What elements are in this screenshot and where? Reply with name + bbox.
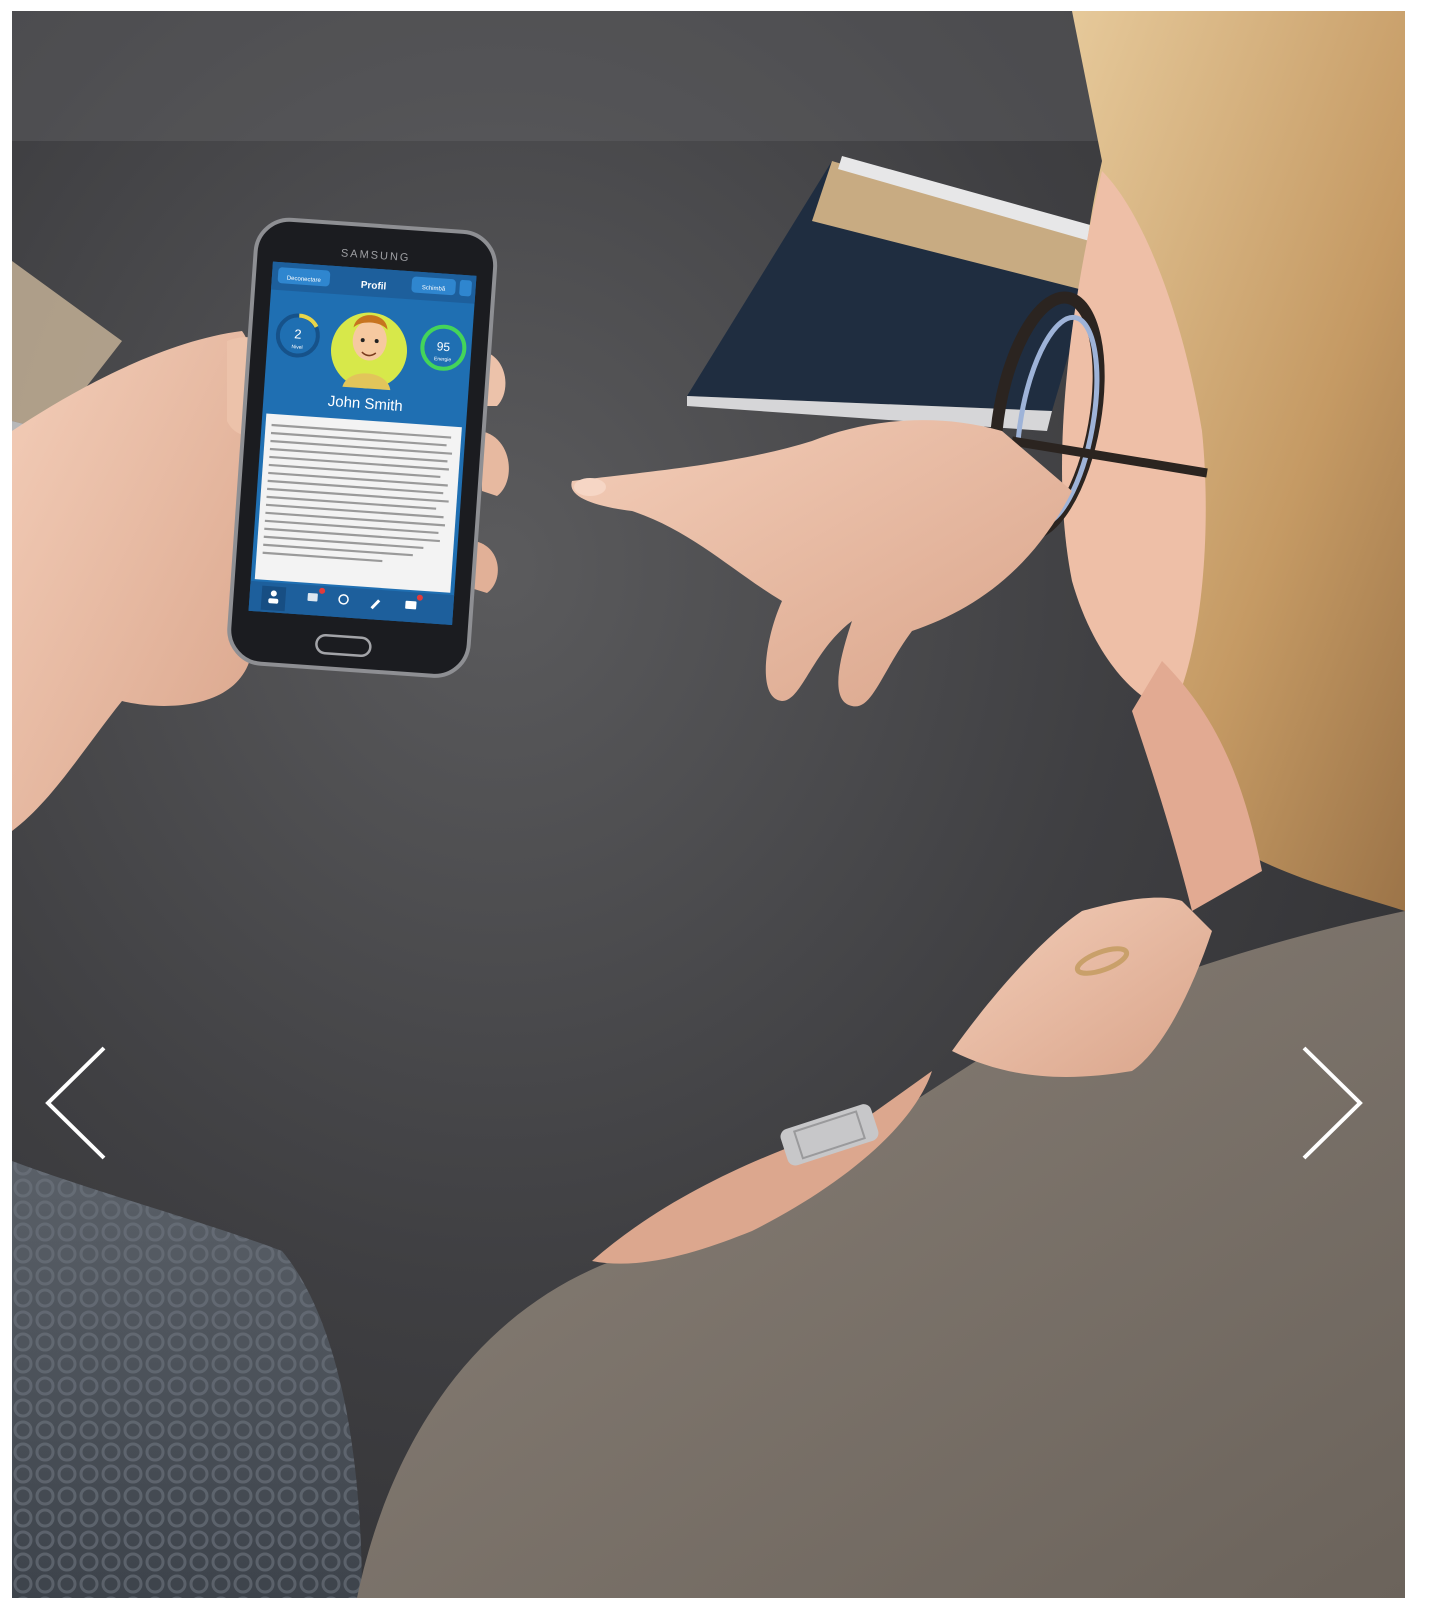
carousel-prev-button[interactable]: [40, 1046, 130, 1166]
carousel-next-button[interactable]: [1302, 1046, 1392, 1166]
svg-text:Energie: Energie: [434, 356, 452, 363]
svg-text:Nivel: Nivel: [291, 344, 303, 351]
svg-text:95: 95: [436, 339, 451, 354]
svg-text:Profil: Profil: [360, 280, 386, 293]
chevron-right-icon: [1302, 1046, 1363, 1160]
chevron-left-icon: [45, 1046, 106, 1160]
svg-text:2: 2: [294, 326, 302, 341]
smartphone: SAMSUNG Deconectare Profil Schimbă 2 Niv…: [227, 217, 498, 678]
photo-woman-pointing-at-phone: SAMSUNG Deconectare Profil Schimbă 2 Niv…: [12, 11, 1405, 1598]
carousel-slide: SAMSUNG Deconectare Profil Schimbă 2 Niv…: [12, 11, 1405, 1598]
